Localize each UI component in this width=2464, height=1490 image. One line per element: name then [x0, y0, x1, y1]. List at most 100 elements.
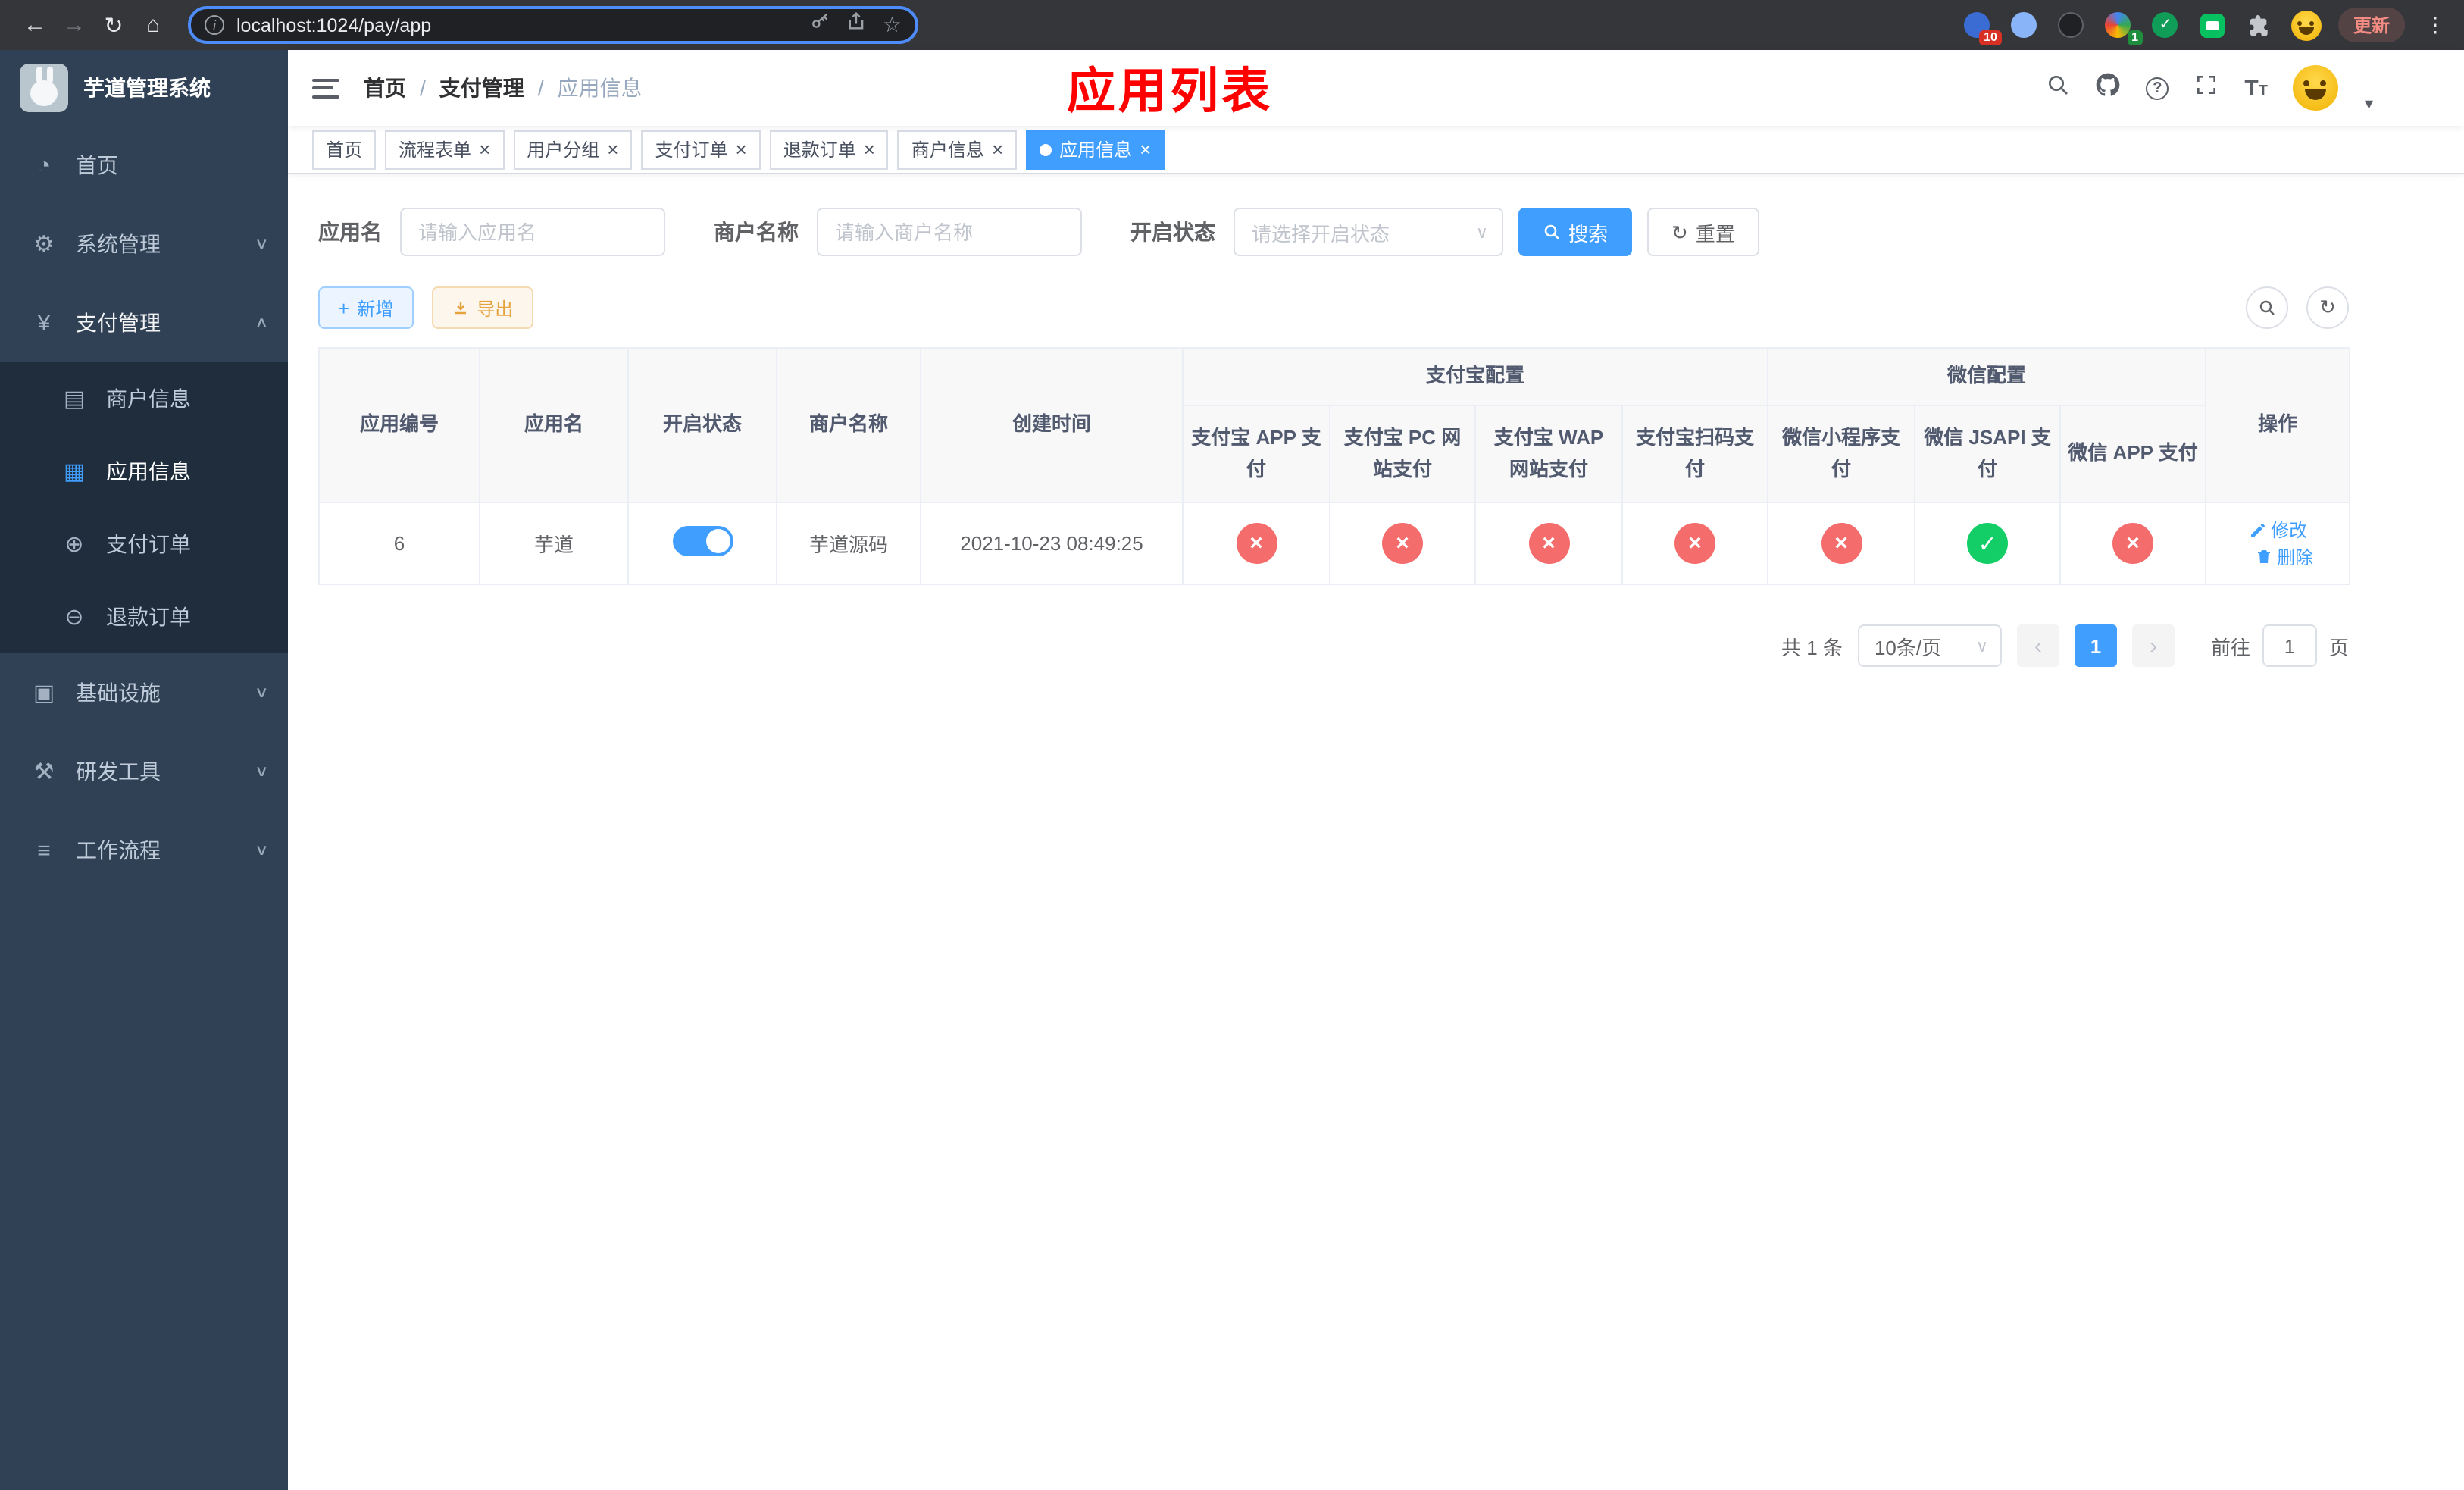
close-icon[interactable]: × — [479, 139, 490, 159]
help-icon[interactable]: ? — [2146, 77, 2169, 99]
extension-icon-chat[interactable] — [2197, 10, 2228, 40]
sidebar-item-payment[interactable]: ¥ 支付管理 ∧ — [0, 283, 288, 362]
status-select[interactable]: 请选择开启状态 ∨ — [1234, 208, 1503, 256]
pagination-total: 共 1 条 — [1781, 636, 1843, 659]
app-logo[interactable]: 芋道管理系统 — [0, 50, 288, 126]
breadcrumb: 首页 / 支付管理 / 应用信息 — [364, 73, 643, 103]
url-text[interactable]: localhost:1024/pay/app — [236, 14, 431, 36]
table-toolbar: + 新增 导出 ↻ — [318, 286, 2349, 329]
tab-merchant-info[interactable]: 商户信息 × — [897, 130, 1018, 169]
sidebar-item-refund-order[interactable]: ⊖ 退款订单 — [0, 581, 288, 653]
reset-button[interactable]: ↻ 重置 — [1647, 208, 1759, 256]
browser-menu-icon[interactable]: ⋮ — [2422, 12, 2449, 38]
tab-app-info[interactable]: 应用信息 × — [1026, 130, 1165, 169]
page-suffix: 页 — [2328, 636, 2349, 659]
tab-home[interactable]: 首页 — [312, 130, 377, 169]
sidebar-item-workflow[interactable]: ≡ 工作流程 ∨ — [0, 811, 288, 890]
close-icon[interactable]: × — [736, 139, 747, 159]
order-icon: ⊕ — [64, 532, 84, 558]
page-title: 应用列表 — [1066, 64, 1274, 118]
col-create-time: 创建时间 — [920, 347, 1184, 503]
extension-icon-emoji[interactable] — [2290, 10, 2322, 40]
refresh-table-button[interactable]: ↻ — [2306, 286, 2349, 329]
sidebar-item-system[interactable]: ⚙ 系统管理 ∨ — [0, 205, 288, 283]
search-button[interactable]: 搜索 — [1518, 208, 1633, 256]
extension-icon-1[interactable]: 10 — [1962, 10, 2002, 45]
merchant-name-label: 商户名称 — [714, 220, 799, 244]
browser-chrome: ← → ↻ ⌂ i localhost:1024/pay/app ☆ 10 1 … — [0, 0, 2464, 50]
status-toggle[interactable] — [672, 526, 733, 556]
tab-refund-order[interactable]: 退款订单 × — [769, 130, 889, 169]
sidebar-menu: ◔ 首页 ⚙ 系统管理 ∨ ¥ 支付管理 ∧ ▤ 商户信息 ▦ 应用信息 ⊕ 支… — [0, 126, 288, 890]
browser-forward-button[interactable]: → — [55, 5, 94, 45]
cell-app-id: 6 — [318, 502, 480, 585]
close-icon[interactable]: × — [992, 139, 1003, 159]
site-info-icon[interactable]: i — [205, 15, 224, 35]
next-page-button[interactable]: › — [2131, 624, 2175, 667]
extensions-cluster: 10 1 ✓ 更新 ⋮ — [1962, 8, 2449, 45]
password-key-icon[interactable] — [810, 11, 831, 39]
logo-avatar-image — [20, 64, 68, 112]
app-name-label: 应用名 — [318, 220, 382, 244]
tab-pay-order[interactable]: 支付订单 × — [641, 130, 761, 169]
sidebar-toggle-icon[interactable] — [312, 78, 339, 98]
search-icon[interactable] — [2046, 72, 2070, 104]
toggle-search-button[interactable] — [2246, 286, 2288, 329]
trash-icon — [2257, 550, 2270, 563]
github-icon[interactable] — [2096, 72, 2120, 104]
tab-bar: 首页 流程表单 × 用户分组 × 支付订单 × 退款订单 × 商户信息 × 应用… — [288, 126, 2464, 174]
fullscreen-icon[interactable] — [2194, 72, 2219, 104]
refresh-icon: ↻ — [2319, 296, 2336, 318]
tab-process-form[interactable]: 流程表单 × — [385, 130, 505, 169]
extension-icon-2[interactable] — [2009, 10, 2040, 40]
close-icon[interactable]: × — [864, 139, 875, 159]
breadcrumb-home[interactable]: 首页 — [364, 73, 406, 103]
extensions-puzzle-icon[interactable] — [2244, 10, 2275, 40]
extension-badge: 1 — [2127, 30, 2143, 45]
search-icon — [1544, 224, 1559, 239]
breadcrumb-payment[interactable]: 支付管理 — [439, 73, 524, 103]
extension-icon-check[interactable]: ✓ — [2150, 10, 2181, 40]
close-icon[interactable]: × — [1140, 139, 1151, 159]
extension-icon-3[interactable] — [2056, 10, 2087, 40]
prev-page-button[interactable]: ‹ — [2016, 624, 2059, 667]
avatar-caret-icon[interactable]: ▾ — [2365, 93, 2373, 113]
bookmark-star-icon[interactable]: ☆ — [883, 12, 902, 38]
browser-home-button[interactable]: ⌂ — [133, 5, 173, 45]
share-icon[interactable] — [846, 11, 868, 39]
font-size-icon[interactable]: TT — [2244, 75, 2268, 101]
chevron-down-icon: ∨ — [1475, 224, 1488, 242]
filter-form: 应用名 商户名称 开启状态 请选择开启状态 ∨ 搜索 — [318, 208, 2349, 256]
address-bar[interactable]: i localhost:1024/pay/app ☆ — [188, 6, 918, 44]
goto-page-input[interactable] — [2262, 624, 2317, 667]
sidebar-item-infrastructure[interactable]: ▣ 基础设施 ∨ — [0, 653, 288, 732]
sidebar-item-devtools[interactable]: ⚒ 研发工具 ∨ — [0, 732, 288, 811]
sidebar-item-merchant-info[interactable]: ▤ 商户信息 — [0, 362, 288, 435]
add-button[interactable]: + 新增 — [318, 286, 414, 329]
user-avatar[interactable] — [2293, 65, 2339, 111]
chevron-down-icon: ∨ — [254, 684, 269, 701]
breadcrumb-current: 应用信息 — [557, 76, 643, 100]
browser-update-button[interactable]: 更新 — [2337, 8, 2405, 42]
pencil-icon — [2250, 523, 2265, 537]
delete-link[interactable]: 删除 — [2254, 543, 2313, 569]
export-button[interactable]: 导出 — [431, 286, 533, 329]
edit-link[interactable]: 修改 — [2248, 517, 2307, 543]
refund-icon: ⊖ — [64, 605, 84, 631]
browser-back-button[interactable]: ← — [15, 5, 55, 45]
sidebar-item-app-info[interactable]: ▦ 应用信息 — [0, 435, 288, 508]
page-size-select[interactable]: 10条/页 ∨ — [1857, 624, 2002, 667]
sidebar-item-home[interactable]: ◔ 首页 — [0, 126, 288, 205]
tools-icon: ⚒ — [33, 759, 55, 785]
extension-icon-4[interactable]: 1 — [2103, 10, 2143, 45]
infrastructure-icon: ▣ — [33, 681, 55, 706]
sidebar-item-pay-order[interactable]: ⊕ 支付订单 — [0, 508, 288, 581]
merchant-name-input[interactable] — [817, 208, 1082, 256]
app-name-input[interactable] — [400, 208, 665, 256]
app-table: 应用编号 应用名 开启状态 商户名称 创建时间 支付宝配置 微信配置 操作 支付… — [318, 347, 2351, 585]
tab-user-group[interactable]: 用户分组 × — [513, 130, 633, 169]
page-number-button[interactable]: 1 — [2074, 624, 2117, 667]
close-icon[interactable]: × — [607, 139, 618, 159]
extension-badge: 10 — [1979, 30, 2002, 45]
browser-reload-button[interactable]: ↻ — [94, 5, 133, 45]
